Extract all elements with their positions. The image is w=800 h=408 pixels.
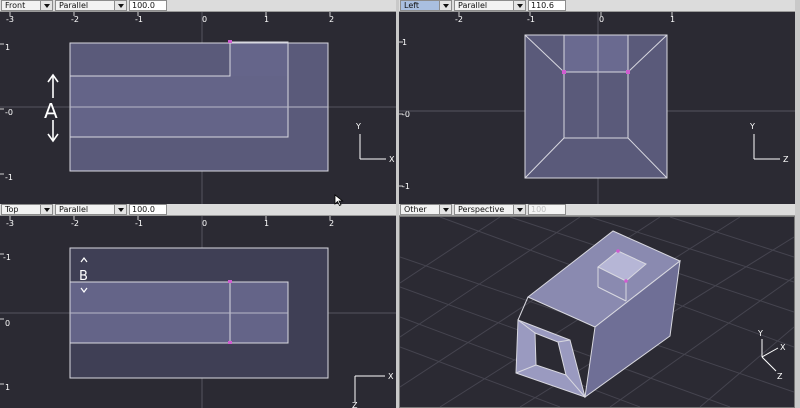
mesh-face[interactable] — [564, 35, 628, 72]
selected-vertex[interactable] — [616, 249, 620, 253]
viewport-left-toolbar: Left Parallel 110.6 — [399, 0, 795, 12]
svg-text:X: X — [389, 155, 395, 164]
view-select[interactable]: Top — [1, 204, 53, 215]
ruler-y-label: 0 — [5, 319, 10, 328]
selected-vertex[interactable] — [624, 279, 628, 283]
svg-text:Y: Y — [355, 122, 361, 131]
svg-text:A: A — [44, 99, 58, 123]
viewport-front-toolbar: Front Parallel 100.0 — [0, 0, 396, 12]
view-select[interactable]: Front — [1, 0, 53, 11]
viewport-other-canvas[interactable]: Y X Z — [399, 216, 795, 408]
ruler-x-label: 1 — [264, 219, 269, 228]
perspective-view-svg[interactable]: Y X Z — [400, 217, 794, 407]
pointer-cursor-icon — [334, 194, 344, 206]
dropdown-arrow-icon[interactable] — [40, 205, 52, 214]
viewport-top-canvas[interactable]: -3 -2 -1 0 1 2 -1 0 1 B Z X — [0, 216, 396, 408]
viewport-left-canvas[interactable]: -2 -1 0 1 1 -0 -1 Y Z — [399, 12, 795, 204]
dropdown-arrow-icon[interactable] — [114, 205, 126, 214]
ruler-x-label: 0 — [202, 219, 207, 228]
selected-vertex[interactable] — [228, 341, 232, 344]
ruler-x-label: -3 — [6, 15, 14, 24]
svg-text:Y: Y — [749, 122, 755, 131]
left-view-svg[interactable]: -2 -1 0 1 1 -0 -1 Y Z — [399, 12, 795, 204]
annotation-a: A — [44, 73, 59, 143]
zoom-field[interactable]: 100.0 — [129, 204, 167, 215]
viewport-other-toolbar: Other Perspective 100 — [399, 204, 795, 216]
viewport-front[interactable]: Front Parallel 100.0 -3 -2 -1 0 1 2 1 -0… — [0, 0, 396, 204]
svg-text:Z: Z — [777, 372, 783, 381]
ruler-x-label: -1 — [135, 219, 143, 228]
ruler-x-label: -2 — [455, 15, 463, 24]
zoom-field[interactable]: 110.6 — [528, 0, 566, 11]
view-select[interactable]: Other — [400, 204, 452, 215]
front-view-svg[interactable]: -3 -2 -1 0 1 2 1 -0 -1 A Y X — [0, 12, 396, 204]
dropdown-arrow-icon[interactable] — [40, 1, 52, 10]
projection-select[interactable]: Parallel — [55, 204, 127, 215]
ruler-x-label: 1 — [670, 15, 675, 24]
view-select[interactable]: Left — [400, 0, 452, 11]
svg-text:Y: Y — [757, 329, 763, 338]
ruler-y-label: -0 — [5, 108, 13, 117]
ruler-y-label: 1 — [402, 38, 407, 47]
ruler-y-label: 1 — [5, 383, 10, 392]
ruler-x-label: -1 — [135, 15, 143, 24]
ruler-x-label: -2 — [71, 219, 79, 228]
projection-select[interactable]: Parallel — [454, 0, 526, 11]
svg-text:X: X — [780, 343, 786, 352]
top-view-svg[interactable]: -3 -2 -1 0 1 2 -1 0 1 B Z X — [0, 216, 396, 408]
zoom-field[interactable]: 100.0 — [129, 0, 167, 11]
viewport-other[interactable]: Other Perspective 100 Y X Z — [399, 204, 795, 408]
ruler-x-label: -2 — [71, 15, 79, 24]
dropdown-arrow-icon[interactable] — [114, 1, 126, 10]
selected-vertex[interactable] — [626, 70, 630, 74]
svg-text:Z: Z — [352, 401, 358, 408]
ruler-x-label: -1 — [527, 15, 535, 24]
axis-icon: Y X — [355, 122, 395, 164]
svg-text:X: X — [388, 372, 394, 381]
selected-vertex[interactable] — [562, 70, 566, 74]
viewport-front-canvas[interactable]: -3 -2 -1 0 1 2 1 -0 -1 A Y X — [0, 12, 396, 204]
axis-icon: Z X — [352, 372, 394, 408]
svg-text:B: B — [79, 269, 88, 284]
ruler-x-label: 2 — [329, 15, 334, 24]
ruler-x-label: -3 — [6, 219, 14, 228]
zoom-field: 100 — [528, 204, 566, 215]
projection-select[interactable]: Perspective — [454, 204, 526, 215]
selected-vertex[interactable] — [228, 280, 232, 283]
ruler-x-label: 2 — [329, 219, 334, 228]
dropdown-arrow-icon[interactable] — [513, 205, 525, 214]
ruler-y-label: -1 — [5, 173, 13, 182]
viewport-top[interactable]: Top Parallel 100.0 -3 -2 -1 0 1 2 -1 0 1 — [0, 204, 396, 408]
dropdown-arrow-icon[interactable] — [439, 1, 451, 10]
axis-icon: Y Z — [749, 122, 789, 164]
ruler-y-label: 1 — [5, 43, 10, 52]
ruler-y-label: -1 — [402, 182, 410, 191]
ruler-x-label: 1 — [264, 15, 269, 24]
selected-vertex[interactable] — [228, 40, 232, 43]
mesh-face[interactable] — [230, 42, 288, 76]
ruler-x-label: 0 — [202, 15, 207, 24]
projection-select[interactable]: Parallel — [55, 0, 127, 11]
ruler-y-label: -1 — [3, 253, 11, 262]
svg-text:Z: Z — [783, 155, 789, 164]
dropdown-arrow-icon[interactable] — [439, 205, 451, 214]
viewport-left[interactable]: Left Parallel 110.6 -2 -1 0 1 1 -0 -1 Y … — [399, 0, 795, 204]
dropdown-arrow-icon[interactable] — [513, 1, 525, 10]
ruler-x-label: 0 — [599, 15, 604, 24]
